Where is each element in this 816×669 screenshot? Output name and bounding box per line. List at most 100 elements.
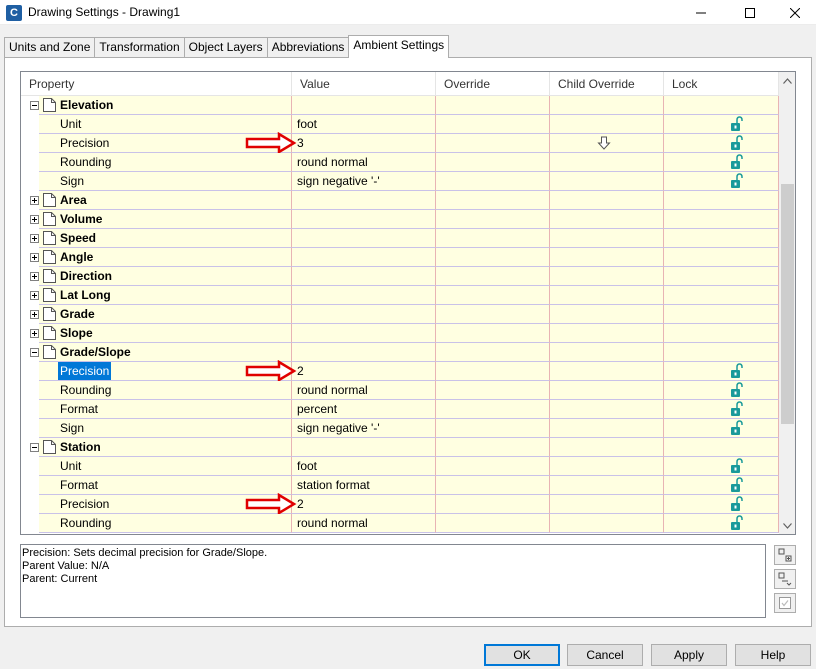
property-cell[interactable]: Rounding	[39, 381, 292, 400]
vertical-scrollbar[interactable]	[779, 72, 795, 534]
lock-cell[interactable]	[664, 324, 779, 343]
property-cell[interactable]: Sign	[39, 419, 292, 438]
unlocked-icon[interactable]	[730, 135, 744, 151]
override-cell[interactable]	[436, 267, 550, 286]
property-cell[interactable]: Speed	[39, 229, 292, 248]
lock-cell[interactable]	[664, 229, 779, 248]
lock-cell[interactable]	[664, 153, 779, 172]
property-row[interactable]: Precision 2	[21, 493, 779, 515]
maximize-button[interactable]	[727, 0, 773, 25]
expand-icon[interactable]	[30, 310, 39, 319]
unlocked-icon[interactable]	[730, 363, 744, 379]
value-cell[interactable]	[292, 267, 436, 286]
lock-cell[interactable]	[664, 514, 779, 533]
property-row[interactable]: Sign sign negative '-'	[21, 172, 779, 191]
ok-button[interactable]: OK	[484, 644, 560, 666]
property-row[interactable]: Format station format	[21, 476, 779, 495]
override-cell[interactable]	[436, 400, 550, 419]
property-cell[interactable]: Rounding	[39, 153, 292, 172]
child-override-cell[interactable]	[550, 381, 664, 400]
property-cell[interactable]: Direction	[39, 267, 292, 286]
lock-cell[interactable]	[664, 438, 779, 457]
collapse-all-button[interactable]	[774, 569, 796, 589]
override-cell[interactable]	[436, 191, 550, 210]
override-cell[interactable]	[436, 476, 550, 495]
category-row[interactable]: Angle	[21, 248, 779, 267]
apply-button[interactable]: Apply	[651, 644, 727, 666]
value-cell[interactable]: 2	[292, 495, 436, 514]
property-row[interactable]: Precision 2	[21, 360, 779, 382]
override-cell[interactable]	[436, 229, 550, 248]
lock-cell[interactable]	[664, 134, 779, 153]
property-grid[interactable]: Property Value Override Child Override L…	[20, 71, 796, 535]
child-override-cell[interactable]	[550, 514, 664, 533]
unlocked-icon[interactable]	[730, 515, 744, 531]
property-cell[interactable]: Grade	[39, 305, 292, 324]
expand-icon[interactable]	[30, 291, 39, 300]
value-cell[interactable]: 2	[292, 362, 436, 381]
category-row[interactable]: Grade/Slope	[21, 343, 779, 362]
override-cell[interactable]	[436, 172, 550, 191]
minimize-button[interactable]	[678, 0, 724, 25]
category-row[interactable]: Area	[21, 191, 779, 210]
category-row[interactable]: Grade	[21, 305, 779, 324]
property-cell[interactable]: Sign	[39, 172, 292, 191]
lock-cell[interactable]	[664, 267, 779, 286]
category-row[interactable]: Station	[21, 438, 779, 457]
value-cell[interactable]: round normal	[292, 153, 436, 172]
expand-icon[interactable]	[30, 329, 39, 338]
property-cell[interactable]: Rounding	[39, 514, 292, 533]
expand-icon[interactable]	[30, 272, 39, 281]
value-cell[interactable]	[292, 96, 436, 115]
collapse-icon[interactable]	[30, 101, 39, 110]
expand-icon[interactable]	[30, 196, 39, 205]
arrow-down-icon[interactable]	[597, 136, 611, 150]
unlocked-icon[interactable]	[730, 496, 744, 512]
value-cell[interactable]: station format	[292, 476, 436, 495]
value-cell[interactable]	[292, 305, 436, 324]
override-cell[interactable]	[436, 153, 550, 172]
unlocked-icon[interactable]	[730, 382, 744, 398]
override-cell[interactable]	[436, 381, 550, 400]
property-row[interactable]: Sign sign negative '-'	[21, 419, 779, 438]
unlocked-icon[interactable]	[730, 477, 744, 493]
category-row[interactable]: Slope	[21, 324, 779, 343]
category-row[interactable]: Elevation	[21, 96, 779, 115]
property-cell[interactable]: Unit	[39, 457, 292, 476]
override-cell[interactable]	[436, 248, 550, 267]
value-cell[interactable]: foot	[292, 115, 436, 134]
child-override-cell[interactable]	[550, 286, 664, 305]
property-cell[interactable]: Elevation	[39, 96, 292, 115]
child-override-cell[interactable]	[550, 495, 664, 514]
child-override-cell[interactable]	[550, 267, 664, 286]
override-cell[interactable]	[436, 324, 550, 343]
help-button[interactable]: Help	[735, 644, 811, 666]
scroll-thumb[interactable]	[781, 184, 794, 424]
lock-cell[interactable]	[664, 476, 779, 495]
lock-cell[interactable]	[664, 305, 779, 324]
child-override-cell[interactable]	[550, 229, 664, 248]
override-cell[interactable]	[436, 343, 550, 362]
child-override-cell[interactable]	[550, 191, 664, 210]
lock-cell[interactable]	[664, 115, 779, 134]
unlocked-icon[interactable]	[730, 401, 744, 417]
child-override-cell[interactable]	[550, 210, 664, 229]
category-row[interactable]: Volume	[21, 210, 779, 229]
column-header-lock[interactable]: Lock	[664, 72, 779, 96]
value-cell[interactable]: 3	[292, 134, 436, 153]
property-row[interactable]: Unit foot	[21, 457, 779, 476]
unlocked-icon[interactable]	[730, 173, 744, 189]
property-cell[interactable]: Format	[39, 400, 292, 419]
child-override-cell[interactable]	[550, 153, 664, 172]
child-override-cell[interactable]	[550, 343, 664, 362]
property-cell[interactable]: Area	[39, 191, 292, 210]
override-cell[interactable]	[436, 438, 550, 457]
override-cell[interactable]	[436, 286, 550, 305]
override-cell[interactable]	[436, 96, 550, 115]
lock-cell[interactable]	[664, 419, 779, 438]
tab-abbreviations[interactable]: Abbreviations	[266, 37, 350, 58]
property-row[interactable]: Rounding round normal	[21, 514, 779, 533]
lock-cell[interactable]	[664, 286, 779, 305]
override-cell[interactable]	[436, 115, 550, 134]
lock-cell[interactable]	[664, 400, 779, 419]
